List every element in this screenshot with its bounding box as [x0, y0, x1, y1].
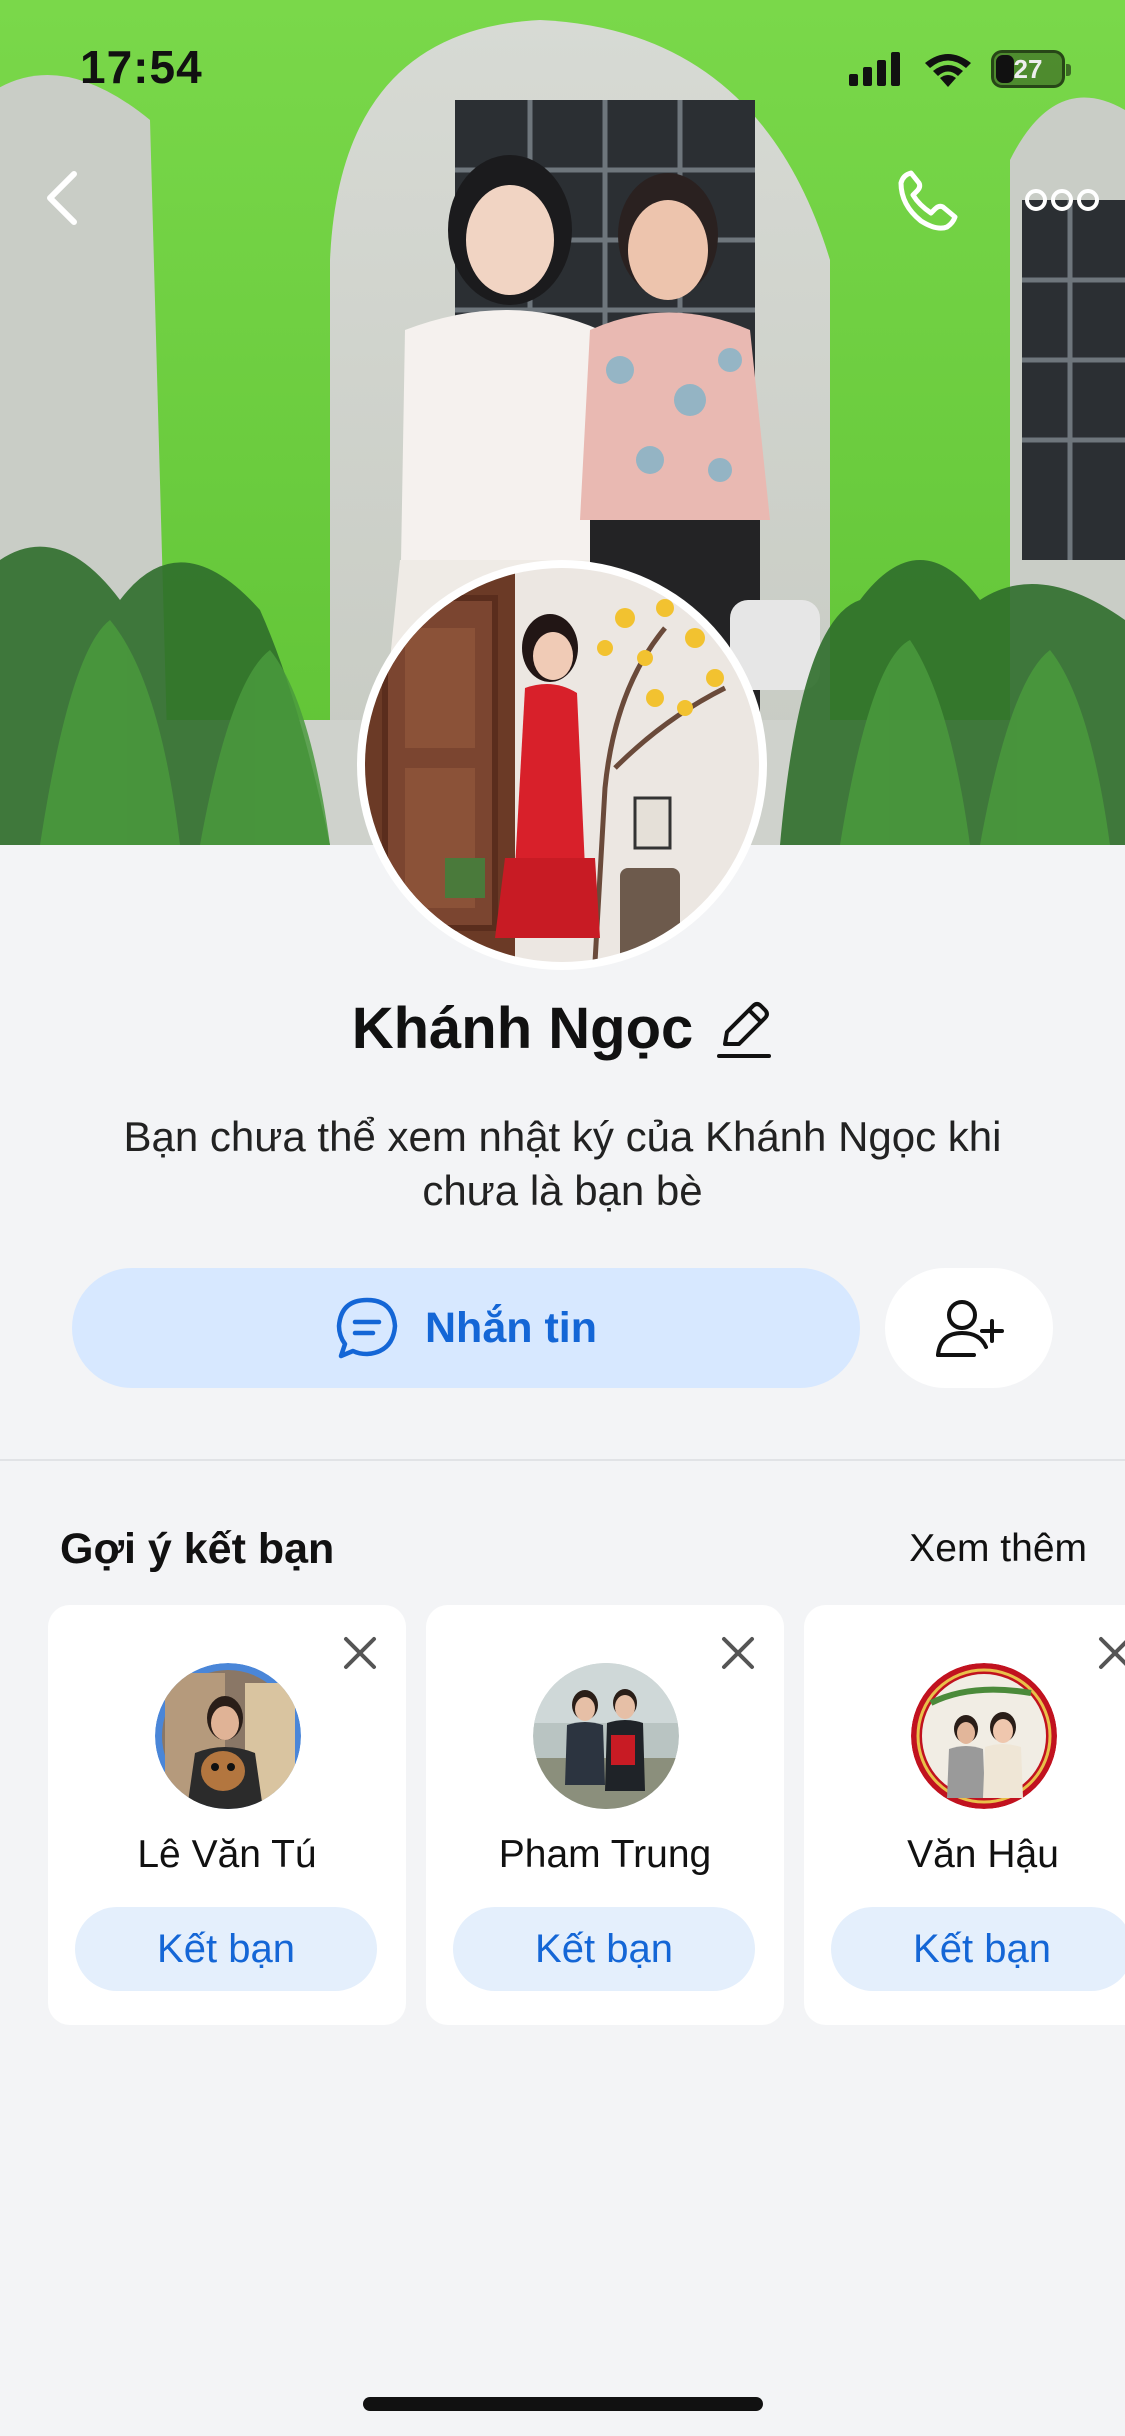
status-time: 17:54 — [80, 41, 203, 93]
section-divider — [0, 1459, 1125, 1461]
add-friend-suggestion-label: Kết bạn — [913, 1926, 1051, 1971]
profile-bio: Bạn chưa thể xem nhật ký của Khánh Ngọc … — [123, 1113, 1002, 1214]
close-icon[interactable] — [340, 1633, 380, 1673]
pencil-icon[interactable] — [715, 998, 773, 1060]
wifi-icon — [925, 54, 971, 87]
close-icon[interactable] — [718, 1633, 758, 1673]
profile-name-row: Khánh Ngọc — [0, 995, 1125, 1062]
add-friend-button[interactable] — [885, 1268, 1053, 1388]
suggestion-card: Pham Trung Kết bạn — [426, 1605, 784, 2025]
see-more-link[interactable]: Xem thêm — [909, 1527, 1087, 1571]
more-dots-icon — [1025, 189, 1099, 211]
avatar-image — [533, 1663, 679, 1809]
home-indicator — [363, 2397, 763, 2411]
add-user-icon — [936, 1300, 1004, 1357]
add-friend-suggestion-button[interactable]: Kết bạn — [75, 1907, 377, 1991]
chat-bubble-icon — [336, 1297, 398, 1359]
add-friend-suggestion-button[interactable]: Kết bạn — [831, 1907, 1125, 1991]
message-button[interactable]: Nhắn tin — [72, 1268, 860, 1388]
suggestion-name: Văn Hậu — [907, 1833, 1059, 1876]
suggestion-avatar[interactable] — [533, 1663, 679, 1809]
suggestions-title: Gợi ý kết bạn — [60, 1525, 335, 1573]
add-friend-suggestion-label: Kết bạn — [535, 1926, 673, 1971]
suggestion-avatar[interactable] — [155, 1663, 301, 1809]
suggestion-avatar[interactable] — [911, 1663, 1057, 1809]
call-button[interactable] — [888, 160, 968, 240]
message-button-label: Nhắn tin — [425, 1303, 597, 1352]
profile-avatar[interactable] — [357, 560, 767, 970]
battery-level: 27 — [1013, 53, 1043, 84]
avatar-image — [911, 1663, 1057, 1809]
battery-icon: 27 — [991, 50, 1071, 88]
status-bar: 17:54 27 — [0, 0, 1125, 140]
suggestion-card: Lê Văn Tú Kết bạn — [48, 1605, 406, 2025]
chevron-left-icon — [47, 171, 77, 225]
suggestion-name: Lê Văn Tú — [137, 1833, 317, 1876]
more-options-button[interactable] — [1012, 170, 1112, 230]
add-friend-suggestion-button[interactable]: Kết bạn — [453, 1907, 755, 1991]
add-friend-suggestion-label: Kết bạn — [157, 1926, 295, 1971]
back-button[interactable] — [30, 160, 94, 236]
avatar-image — [155, 1663, 301, 1809]
profile-page: 17:54 27 Khánh Ngọc Bạn chưa thể xem nhậ… — [0, 0, 1125, 2436]
status-icons: 27 — [849, 50, 1071, 88]
avatar-image — [365, 568, 759, 962]
close-icon[interactable] — [1095, 1633, 1125, 1673]
suggestion-card: Văn Hậu Kết bạn — [804, 1605, 1125, 2025]
phone-icon — [898, 170, 958, 231]
signal-icon — [849, 52, 900, 86]
profile-name: Khánh Ngọc — [351, 996, 694, 1061]
suggestion-name: Pham Trung — [498, 1833, 712, 1876]
